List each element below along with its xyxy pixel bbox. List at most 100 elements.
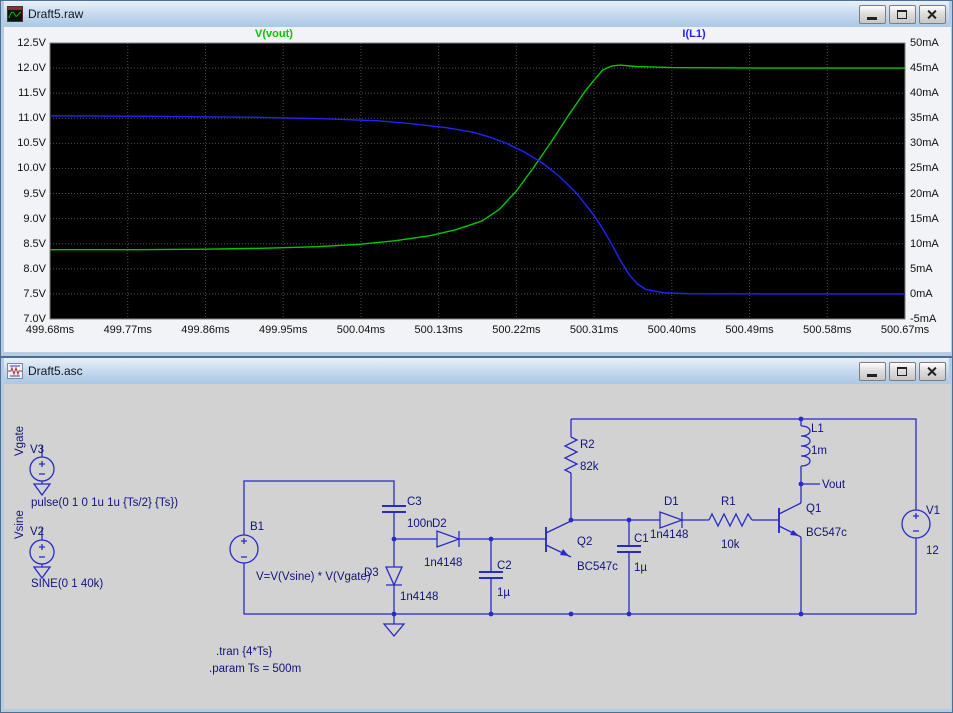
y-right-tick-label: 45mA <box>910 62 939 75</box>
net-label-vout[interactable]: Vout <box>822 479 846 491</box>
spice-directive-tran[interactable]: .tran {4*Ts} <box>216 646 272 658</box>
schematic-window-title: Draft5.asc <box>28 364 83 378</box>
plot-area[interactable]: 12.5V 12.0V 11.5V 11.0V 10.5V 10.0V 9.5V 9.0V 8.… <box>4 27 951 352</box>
component-D1-value[interactable]: 1n4148 <box>650 529 688 541</box>
component-B1-ref[interactable]: B1 <box>250 521 264 533</box>
component-D1-ref[interactable]: D1 <box>664 496 679 508</box>
y-right-tick-label: 10mA <box>910 237 939 250</box>
component-C3[interactable]: C3 100n <box>382 496 433 530</box>
close-button[interactable] <box>919 4 946 24</box>
minimize-button[interactable] <box>859 361 886 381</box>
component-V2-value[interactable]: SINE(0 1 40k) <box>31 578 103 590</box>
component-R2-ref[interactable]: R2 <box>580 439 595 451</box>
plot-background <box>50 43 905 319</box>
component-D3[interactable]: D3 1n4148 <box>364 566 438 603</box>
waveform-plot <box>49 42 906 320</box>
component-C1-value[interactable]: 1µ <box>634 562 647 574</box>
y-left-tick-label: 9.0V <box>23 212 46 225</box>
y-right-tick-label: 25mA <box>910 162 939 175</box>
component-C2-value[interactable]: 1µ <box>497 587 510 599</box>
waveform-file-icon <box>7 6 23 22</box>
component-C2[interactable]: C2 1µ <box>479 560 512 599</box>
junction-dots <box>391 416 804 617</box>
maximize-button[interactable] <box>889 4 916 24</box>
x-tick-label: 500.58ms <box>803 324 852 336</box>
y-left-tick-label: 11.5V <box>18 87 46 100</box>
component-L1-ref[interactable]: L1 <box>811 423 824 435</box>
ground-symbol[interactable] <box>382 614 406 638</box>
waveform-titlebar[interactable]: Draft5.raw <box>4 1 949 27</box>
component-D1[interactable]: D1 1n4148 <box>650 496 688 541</box>
component-V2[interactable]: Vsine V2 SINE(0 1 40k) <box>14 510 103 590</box>
component-V1-value[interactable]: 12 <box>926 545 939 557</box>
component-Q1-ref[interactable]: Q1 <box>806 503 821 515</box>
x-tick-label: 500.49ms <box>725 324 774 336</box>
y-right-tick-label: 30mA <box>910 137 939 150</box>
component-C3-value[interactable]: 100n <box>407 518 433 530</box>
schematic-drawing: Vgate V3 pulse(0 1 0 1u 1u {Ts/2} {Ts}) … <box>14 416 940 675</box>
maximize-button[interactable] <box>889 361 916 381</box>
component-V2-ref[interactable]: V2 <box>30 526 44 538</box>
y-left-tick-label: 7.5V <box>23 287 46 300</box>
x-tick-label: 499.68ms <box>25 324 75 336</box>
x-tick-label: 499.95ms <box>259 324 308 336</box>
component-V3-value[interactable]: pulse(0 1 0 1u 1u {Ts/2} {Ts}) <box>31 497 178 509</box>
wires[interactable] <box>41 418 917 615</box>
trace-name-V(vout)[interactable]: V(vout) <box>255 28 293 40</box>
y-right-tick-label: 5mA <box>910 262 933 275</box>
component-C2-ref[interactable]: C2 <box>497 560 512 572</box>
close-button[interactable] <box>919 361 946 381</box>
close-icon <box>927 366 938 377</box>
component-V3-ref[interactable]: V3 <box>30 444 44 456</box>
y-left-tick-label: 10.0V <box>17 162 46 175</box>
component-C1-ref[interactable]: C1 <box>634 533 649 545</box>
component-R1-ref[interactable]: R1 <box>721 496 736 508</box>
component-L1-value[interactable]: 1m <box>811 445 827 457</box>
component-V1-ref[interactable]: V1 <box>926 505 940 517</box>
x-tick-label: 500.67ms <box>880 324 930 336</box>
component-R2-value[interactable]: 82k <box>580 461 599 473</box>
component-L1[interactable]: L1 1m <box>800 423 827 467</box>
maximize-icon <box>897 366 907 376</box>
minimize-button[interactable] <box>859 4 886 24</box>
trace-name-I(L1)[interactable]: I(L1) <box>682 28 705 40</box>
component-V3[interactable]: Vgate V3 pulse(0 1 0 1u 1u {Ts/2} {Ts}) <box>14 426 178 509</box>
spice-directive-param[interactable]: .param Ts = 500m <box>209 663 301 675</box>
waveform-window: Draft5.raw 12.5V 12.0V 11.5V 11.0V 10.5V 10.0… <box>0 0 953 357</box>
x-tick-label: 500.22ms <box>492 324 541 336</box>
schematic-canvas[interactable]: Vgate V3 pulse(0 1 0 1u 1u {Ts/2} {Ts}) … <box>4 384 951 709</box>
component-D2-ref[interactable]: D2 <box>432 518 447 530</box>
ground-symbol[interactable] <box>32 483 52 497</box>
component-R1[interactable]: R1 10k <box>708 496 753 551</box>
ground-symbol[interactable] <box>32 566 52 580</box>
component-Q2-value[interactable]: BC547c <box>577 561 618 573</box>
y-right-tick-label: 40mA <box>910 87 939 100</box>
component-R2[interactable]: R2 82k <box>563 436 599 474</box>
close-icon <box>927 9 938 20</box>
component-R1-value[interactable]: 10k <box>721 539 740 551</box>
net-label-vgate[interactable]: Vgate <box>14 426 26 456</box>
component-V1[interactable]: V1 12 <box>901 505 940 557</box>
x-tick-label: 499.86ms <box>181 324 230 336</box>
y-left-tick-label: 9.5V <box>23 187 46 200</box>
schematic-window: Draft5.asc Vgate V3 pulse(0 1 0 1u 1u {T… <box>0 357 953 713</box>
component-Q2[interactable]: Q2 BC547c <box>545 520 618 573</box>
component-D2-value[interactable]: 1n4148 <box>424 557 462 569</box>
component-Q1-value[interactable]: BC547c <box>806 527 847 539</box>
y-right-tick-label: 20mA <box>910 187 939 200</box>
x-tick-label: 499.77ms <box>103 324 152 336</box>
y-right-tick-label: 35mA <box>910 112 939 125</box>
component-C1[interactable]: C1 1µ <box>617 533 649 574</box>
component-B1-value[interactable]: V=V(Vsine) * V(Vgate) <box>256 571 371 583</box>
y-left-tick-label: 11.0V <box>18 112 46 125</box>
y-right-tick-label: 0mA <box>910 287 933 300</box>
component-D3-ref[interactable]: D3 <box>364 567 379 579</box>
schematic-titlebar[interactable]: Draft5.asc <box>4 358 949 384</box>
component-C3-ref[interactable]: C3 <box>407 496 422 508</box>
component-B1[interactable]: B1 V=V(Vsine) * V(Vgate) <box>229 521 371 583</box>
y-right-tick-label: 50mA <box>910 37 939 49</box>
net-label-vsine[interactable]: Vsine <box>14 510 26 539</box>
component-Q1[interactable]: Q1 BC547c <box>778 502 847 539</box>
component-Q2-ref[interactable]: Q2 <box>577 536 592 548</box>
component-D3-value[interactable]: 1n4148 <box>400 591 438 603</box>
